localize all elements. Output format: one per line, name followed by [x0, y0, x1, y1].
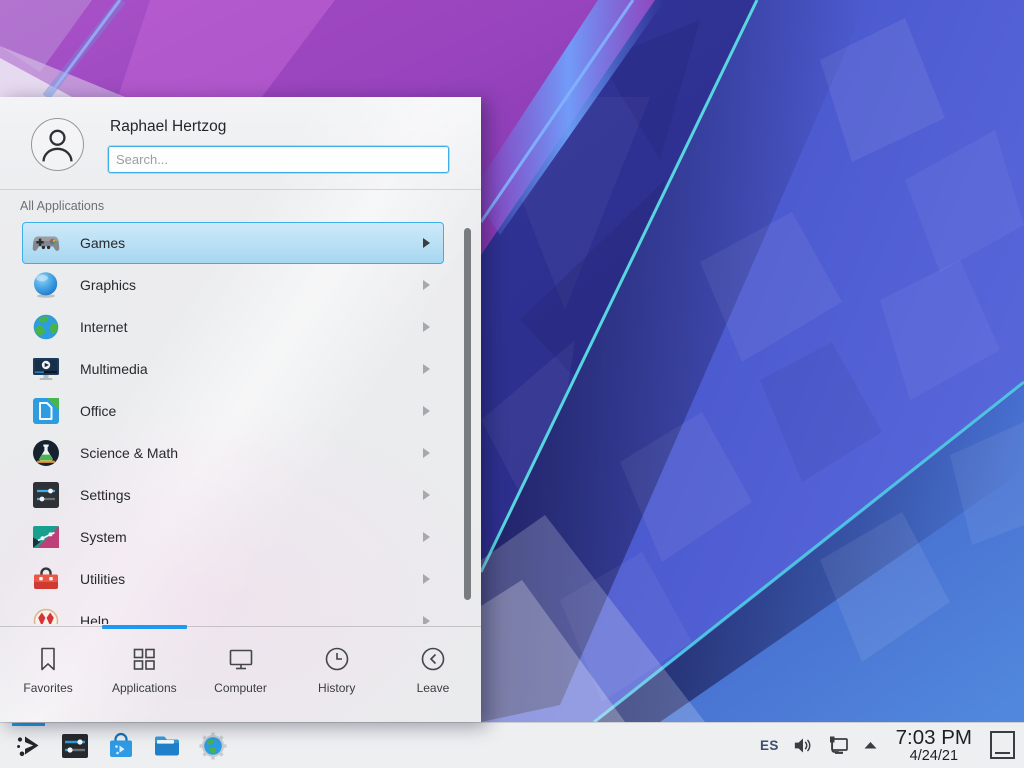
submenu-arrow-icon	[423, 322, 430, 332]
menu-item-office[interactable]: Office	[22, 390, 444, 432]
kde-launcher-icon	[13, 730, 45, 762]
office-document-icon	[30, 395, 62, 427]
grid-icon	[130, 645, 158, 673]
menu-item-settings[interactable]: Settings	[22, 474, 444, 516]
leave-icon	[419, 645, 447, 673]
globe-icon	[30, 311, 62, 343]
search-input[interactable]	[108, 146, 449, 173]
menu-item-internet[interactable]: Internet	[22, 306, 444, 348]
submenu-arrow-icon	[423, 448, 430, 458]
taskbar-apps	[0, 723, 229, 768]
discover-button[interactable]	[104, 729, 137, 762]
tab-leave[interactable]: Leave	[385, 627, 481, 722]
application-launcher-menu: Raphael Hertzog All Applications Games	[0, 97, 481, 722]
submenu-arrow-icon	[423, 406, 430, 416]
gear-globe-icon	[197, 730, 229, 762]
system-chart-icon	[30, 521, 62, 553]
submenu-arrow-icon	[423, 574, 430, 584]
system-settings-button[interactable]	[58, 729, 91, 762]
multimedia-monitor-icon	[30, 353, 62, 385]
wired-network-icon[interactable]	[826, 734, 850, 756]
folder-icon	[151, 730, 183, 762]
clock-date: 4/24/21	[896, 749, 972, 764]
digital-clock[interactable]: 7:03 PM 4/24/21	[896, 727, 972, 763]
volume-icon[interactable]	[792, 735, 813, 756]
graphics-ball-icon	[30, 269, 62, 301]
expand-tray-caret-icon[interactable]	[863, 740, 878, 750]
submenu-arrow-icon	[423, 364, 430, 374]
launcher-header: Raphael Hertzog	[0, 97, 481, 190]
user-avatar-icon[interactable]	[31, 118, 84, 171]
show-desktop-button[interactable]	[990, 731, 1015, 759]
clock-time: 7:03 PM	[896, 727, 972, 748]
category-list: Games Graphics	[0, 222, 481, 624]
submenu-arrow-icon	[423, 490, 430, 500]
tab-favorites[interactable]: Favorites	[0, 627, 96, 722]
active-tab-indicator	[102, 625, 187, 629]
menu-item-utilities[interactable]: Utilities	[22, 558, 444, 600]
settings-sliders-icon	[30, 479, 62, 511]
science-flask-icon	[30, 437, 62, 469]
application-launcher-button[interactable]	[12, 729, 45, 762]
tab-applications[interactable]: Applications	[96, 627, 192, 722]
web-browser-button[interactable]	[196, 729, 229, 762]
submenu-arrow-icon	[423, 532, 430, 542]
clock-icon	[323, 645, 351, 673]
menu-item-science-math[interactable]: Science & Math	[22, 432, 444, 474]
submenu-arrow-icon	[423, 616, 430, 624]
lifebuoy-icon	[30, 605, 62, 624]
shopping-bag-icon	[105, 730, 137, 762]
toolbox-icon	[30, 563, 62, 595]
section-label: All Applications	[20, 199, 104, 213]
menu-item-help[interactable]: Help	[22, 600, 444, 624]
user-name: Raphael Hertzog	[110, 118, 226, 136]
taskbar-panel: ES 7:03 PM 4/24/21	[0, 722, 1024, 768]
menu-item-games[interactable]: Games	[22, 222, 444, 264]
bookmark-icon	[34, 645, 62, 673]
menu-item-multimedia[interactable]: Multimedia	[22, 348, 444, 390]
keyboard-layout-indicator[interactable]: ES	[760, 738, 779, 753]
scrollbar-thumb[interactable]	[464, 228, 471, 600]
file-manager-button[interactable]	[150, 729, 183, 762]
gamepad-icon	[30, 227, 62, 259]
submenu-arrow-icon	[423, 280, 430, 290]
system-tray: ES 7:03 PM 4/24/21	[760, 727, 1024, 763]
submenu-arrow-icon	[423, 238, 430, 248]
monitor-icon	[227, 645, 255, 673]
tab-computer[interactable]: Computer	[192, 627, 288, 722]
launcher-tab-bar: Favorites Applications Computer	[0, 626, 481, 722]
sliders-app-icon	[59, 730, 91, 762]
menu-item-graphics[interactable]: Graphics	[22, 264, 444, 306]
menu-item-system[interactable]: System	[22, 516, 444, 558]
tab-history[interactable]: History	[289, 627, 385, 722]
